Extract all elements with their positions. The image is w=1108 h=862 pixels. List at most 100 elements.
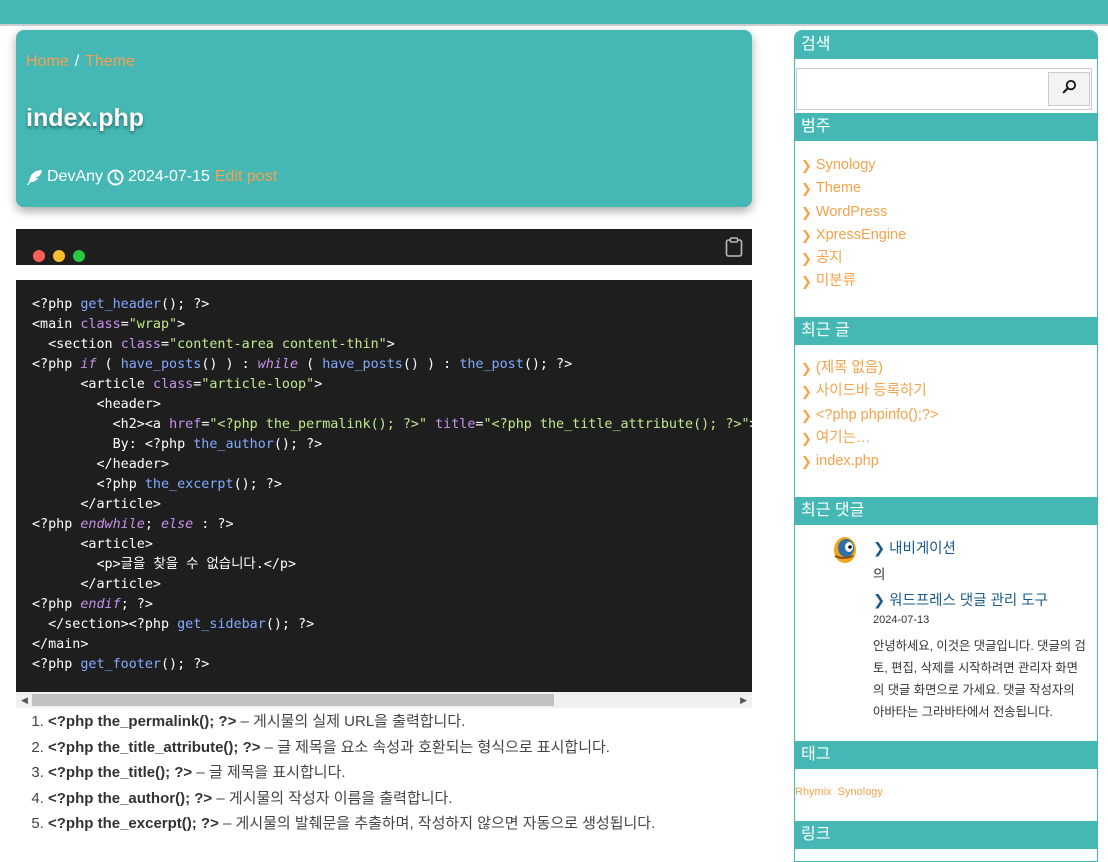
code-line: <section class="content-area content-thi… [32, 337, 395, 352]
chevron-right-icon: ❯ [801, 361, 812, 376]
search-button[interactable] [1048, 72, 1090, 106]
category-link[interactable]: XpressEngine [816, 224, 906, 247]
category-link[interactable]: 공지 [816, 247, 843, 270]
list-item[interactable]: ❯ 미분류 [801, 270, 906, 293]
chevron-right-icon: ❯ [873, 593, 886, 609]
window-maximize-dot [73, 250, 85, 262]
comment-author-link[interactable]: ❯ 내비게이션 [873, 537, 956, 558]
code-line: <?php the_excerpt(); ?> [32, 477, 282, 492]
category-link[interactable]: 미분류 [816, 270, 856, 293]
code-line: <main class="wrap"> [32, 317, 186, 332]
recent-post-link[interactable]: <?php phpinfo();?> [816, 404, 939, 427]
code-line: <header> [32, 397, 161, 412]
note-code: <?php the_title(); ?> [48, 764, 193, 781]
list-item[interactable]: ❯ WordPress [801, 201, 906, 224]
comment-text: 안녕하세요, 이것은 댓글입니다. 댓글의 검토, 편집, 삭제를 시작하려면 … [873, 639, 1086, 719]
breadcrumb-home[interactable]: Home [26, 53, 69, 70]
list-item: <?php the_excerpt(); ?> – 게시물의 발췌문을 추출하며… [48, 811, 768, 837]
note-text: – 글 제목을 표시합니다. [192, 764, 346, 781]
widget-title-search: 검색 [795, 31, 1097, 59]
recent-post-link[interactable]: (제목 없음) [816, 357, 883, 380]
code-line: </article> [32, 577, 161, 592]
clipboard-icon[interactable] [725, 237, 743, 257]
search-icon [1062, 79, 1077, 99]
code-line: <h2><a href="<?php the_permalink(); ?>" … [32, 417, 752, 432]
sidebar: 검색 범주 ❯ Synology ❯ Theme ❯ WordPress ❯ Xpres… [794, 30, 1098, 862]
list-item: <?php the_author(); ?> – 게시물의 작성자 이름을 출력… [48, 786, 768, 812]
category-link[interactable]: Synology [816, 154, 876, 177]
breadcrumb: Home / Theme [26, 53, 135, 71]
window-minimize-dot [53, 250, 65, 262]
code-window-toolbar [16, 229, 752, 265]
code-line: <?php get_footer(); ?> [32, 657, 210, 672]
chevron-right-icon: ❯ [801, 430, 812, 446]
chevron-right-icon: ❯ [801, 204, 812, 220]
note-text: – 게시물의 실제 URL을 출력합니다. [236, 713, 466, 730]
top-bar [0, 0, 1108, 26]
recent-post-link[interactable]: index.php [816, 450, 879, 473]
code-line: <?php endif; ?> [32, 597, 153, 612]
breadcrumb-current[interactable]: Theme [85, 53, 135, 70]
tag-link[interactable]: Rhymix [795, 786, 832, 798]
list-item[interactable]: ❯ 사이드바 등록하기 [801, 380, 938, 403]
note-code: <?php the_permalink(); ?> [48, 713, 237, 730]
list-item[interactable]: ❯ Synology [801, 154, 906, 177]
chevron-right-icon: ❯ [801, 454, 812, 470]
recent-post-link[interactable]: 사이드바 등록하기 [816, 380, 927, 403]
post-header: Home / Theme index.php DevAny 2024-07-15 E… [16, 30, 752, 207]
code-line: By: <?php the_author(); ?> [32, 437, 323, 452]
note-code: <?php the_excerpt(); ?> [48, 815, 219, 832]
tag-cloud: Rhymix Synology [795, 786, 889, 798]
chevron-right-icon: ❯ [801, 384, 812, 400]
code-horizontal-scrollbar[interactable]: ◀ ▶ [16, 692, 752, 708]
code-line: <article class="article-loop"> [32, 377, 323, 392]
list-item: <?php the_title(); ?> – 글 제목을 표시합니다. [48, 760, 768, 786]
list-item[interactable]: ❯ <?php phpinfo();?> [801, 404, 938, 427]
tag-link[interactable]: Synology [838, 786, 883, 798]
list-item[interactable]: ❯ index.php [801, 450, 938, 473]
post-author[interactable]: DevAny [47, 168, 103, 186]
category-link[interactable]: Theme [816, 177, 861, 200]
code-line: </main> [32, 637, 89, 652]
widget-title-tags: 태그 [795, 741, 1097, 769]
chevron-right-icon: ❯ [873, 541, 886, 557]
feather-icon [26, 169, 43, 186]
comment-post-link[interactable]: ❯ 워드프레스 댓글 관리 도구 [873, 589, 1048, 610]
code-line: <?php endwhile; else : ?> [32, 517, 234, 532]
code-line: <article> [32, 537, 153, 552]
comment-post-label: 워드프레스 댓글 관리 도구 [889, 593, 1048, 609]
widget-title-recent-posts: 최근 글 [795, 317, 1097, 345]
category-link[interactable]: WordPress [816, 201, 887, 224]
scrollbar-thumb[interactable] [32, 694, 554, 706]
scroll-left-arrow-icon[interactable]: ◀ [21, 695, 28, 706]
window-close-dot [33, 250, 45, 262]
recent-post-link[interactable]: 여기는… [816, 427, 871, 450]
code-line: </article> [32, 497, 161, 512]
list-item: <?php the_title_attribute(); ?> – 글 제목을 … [48, 735, 768, 761]
code-line: </section><?php get_sidebar(); ?> [32, 617, 315, 632]
code-line: <?php if ( have_posts() ) : while ( have… [32, 357, 573, 372]
edit-post-link[interactable]: Edit post [215, 168, 277, 186]
recent-posts-list: ❯ (제목 없음) ❯ 사이드바 등록하기 ❯ <?php phpinfo();?> … [801, 357, 938, 473]
avatar-icon[interactable] [829, 534, 861, 566]
list-item[interactable]: ❯ 공지 [801, 247, 906, 270]
comment-of-text: 의 [873, 567, 886, 582]
scroll-right-arrow-icon[interactable]: ▶ [740, 695, 747, 706]
chevron-right-icon: ❯ [801, 407, 812, 423]
chevron-right-icon: ❯ [801, 158, 812, 173]
post-meta: DevAny 2024-07-15 Edit post [26, 168, 277, 186]
list-item[interactable]: ❯ (제목 없음) [801, 357, 938, 380]
note-code: <?php the_title_attribute(); ?> [48, 738, 261, 756]
note-code: <?php the_author(); ?> [48, 789, 213, 807]
chevron-right-icon: ❯ [801, 181, 812, 197]
post-date: 2024-07-15 [128, 168, 210, 185]
widget-title-categories: 범주 [795, 113, 1097, 141]
list-item[interactable]: ❯ Theme [801, 177, 906, 200]
function-notes-list: <?php the_permalink(); ?> – 게시물의 실제 URL을… [28, 709, 768, 837]
code-block[interactable]: <?php get_header(); ?> <main class="wrap… [16, 280, 752, 692]
list-item[interactable]: ❯ 여기는… [801, 427, 938, 450]
code-text: <?php get_header(); ?> <main class="wrap… [16, 280, 752, 675]
code-line: </header> [32, 457, 170, 472]
list-item[interactable]: ❯ XpressEngine [801, 224, 906, 247]
clock-icon [107, 169, 124, 186]
